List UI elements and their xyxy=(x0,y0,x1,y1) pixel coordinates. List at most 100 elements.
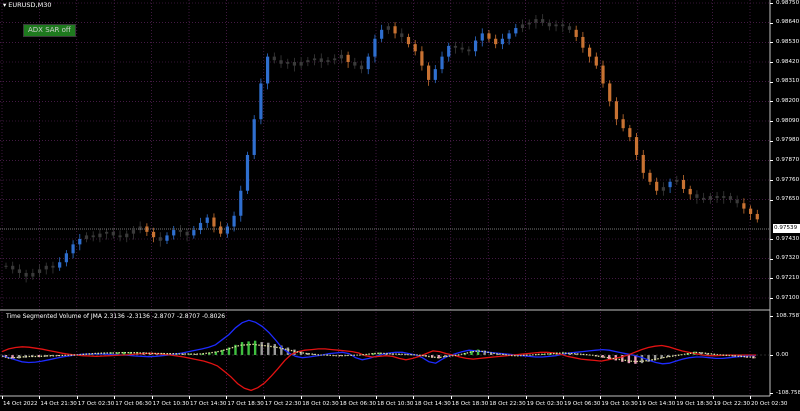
price-tick xyxy=(770,22,773,24)
indicator-axis-label: 0.00 xyxy=(776,351,789,358)
price-tick xyxy=(770,199,773,201)
time-tick xyxy=(750,396,751,399)
price-tick xyxy=(770,121,773,122)
time-tick xyxy=(301,396,303,399)
time-tick xyxy=(488,396,490,399)
candle-body xyxy=(681,180,686,189)
candle-body xyxy=(44,265,48,270)
price-axis-label: 0.98420 xyxy=(776,58,800,65)
candle-body xyxy=(413,44,417,52)
candle-body xyxy=(259,83,263,120)
time-axis-label: 19 Oct 10:30 xyxy=(601,401,638,407)
price-tick xyxy=(770,278,773,280)
candle-body xyxy=(11,265,15,270)
symbol-text: EURUSD,M30 xyxy=(8,1,52,9)
current-price-tag: 0.97539 xyxy=(773,224,800,233)
candle-body xyxy=(601,65,605,84)
candle-body xyxy=(507,33,511,39)
candle-body xyxy=(292,62,297,66)
candle-body xyxy=(574,29,578,37)
candle-body xyxy=(118,235,122,238)
time-axis-label: 18 Oct 06:30 xyxy=(339,401,377,407)
candle-body xyxy=(514,28,518,34)
candle-body xyxy=(608,83,612,102)
candle-body xyxy=(427,65,431,80)
candle-body xyxy=(420,51,424,66)
candle-body xyxy=(339,54,343,59)
candle-body xyxy=(17,269,22,273)
candle-body xyxy=(494,38,498,45)
time-tick xyxy=(189,396,190,399)
indicator-tick xyxy=(770,355,773,356)
price-axis-label: 0.97210 xyxy=(776,274,800,281)
candle-body xyxy=(735,199,739,204)
time-axis-label: 14 Oct 21:30 xyxy=(40,401,77,407)
candle-body xyxy=(312,58,317,61)
time-axis-label: 19 Oct 14:30 xyxy=(638,401,676,407)
candle-body xyxy=(400,33,404,37)
price-tick xyxy=(770,298,773,299)
candle-body xyxy=(520,24,525,29)
time-axis-label: 19 Oct 22:30 xyxy=(713,401,751,407)
candle-body xyxy=(359,65,364,70)
candle-body xyxy=(151,231,156,238)
candle-body xyxy=(24,272,28,277)
candle-body xyxy=(406,36,411,45)
price-tick xyxy=(770,160,773,162)
time-axis-label: 17 Oct 06:30 xyxy=(115,401,152,407)
price-tick xyxy=(770,140,773,142)
blue-line xyxy=(1,319,757,365)
candle-body xyxy=(37,269,42,273)
trading-chart[interactable] xyxy=(0,0,800,411)
price-tick xyxy=(770,180,773,181)
indicator-axis-label: 108.7587 xyxy=(776,312,800,319)
price-axis-label: 0.98200 xyxy=(776,97,800,104)
tsv-histogram xyxy=(4,340,755,364)
adx-sar-toggle-button[interactable]: ADX SAR off xyxy=(23,24,76,37)
time-axis-label: 17 Oct 22:30 xyxy=(264,401,302,407)
candle-body xyxy=(84,235,89,239)
candle-body xyxy=(668,181,672,188)
candle-body xyxy=(675,180,679,182)
candle-body xyxy=(31,272,35,277)
candle-body xyxy=(547,22,551,27)
indicator-tick xyxy=(770,316,773,317)
red-line xyxy=(1,344,756,392)
time-tick xyxy=(376,396,377,399)
candle-body xyxy=(728,196,733,200)
candle-body xyxy=(380,29,384,39)
candle-body xyxy=(185,231,189,236)
candle-body xyxy=(333,58,337,61)
candle-body xyxy=(641,154,645,173)
candle-body xyxy=(58,262,62,268)
candle-body xyxy=(266,56,270,84)
price-axis-label: 0.97870 xyxy=(776,156,800,163)
candle-body xyxy=(299,62,303,66)
candle-body xyxy=(688,188,692,195)
candle-body xyxy=(655,181,659,191)
candle-body xyxy=(702,197,706,200)
time-tick xyxy=(76,396,78,399)
candle-body xyxy=(628,128,632,138)
time-tick xyxy=(563,396,564,399)
candle-body xyxy=(219,226,223,234)
candle-body xyxy=(594,56,598,66)
candle-body xyxy=(245,154,250,191)
price-tick xyxy=(770,101,773,103)
candle-body xyxy=(91,235,95,238)
time-tick xyxy=(413,396,415,399)
candle-body xyxy=(621,119,625,129)
candle-body xyxy=(567,26,572,30)
candle-body xyxy=(111,231,115,236)
candle-body xyxy=(634,137,639,155)
tsv-bar xyxy=(273,344,277,355)
candle-body xyxy=(527,22,531,25)
time-tick xyxy=(525,396,527,399)
time-axis-label: 17 Oct 10:30 xyxy=(152,401,190,407)
candle-body xyxy=(239,190,243,216)
time-axis-label: 18 Oct 22:30 xyxy=(489,401,526,407)
candle-body xyxy=(252,119,256,155)
chevron-down-icon[interactable]: ▾ xyxy=(3,1,6,9)
tsv-bar xyxy=(247,341,250,355)
indicator-tick xyxy=(770,393,773,394)
